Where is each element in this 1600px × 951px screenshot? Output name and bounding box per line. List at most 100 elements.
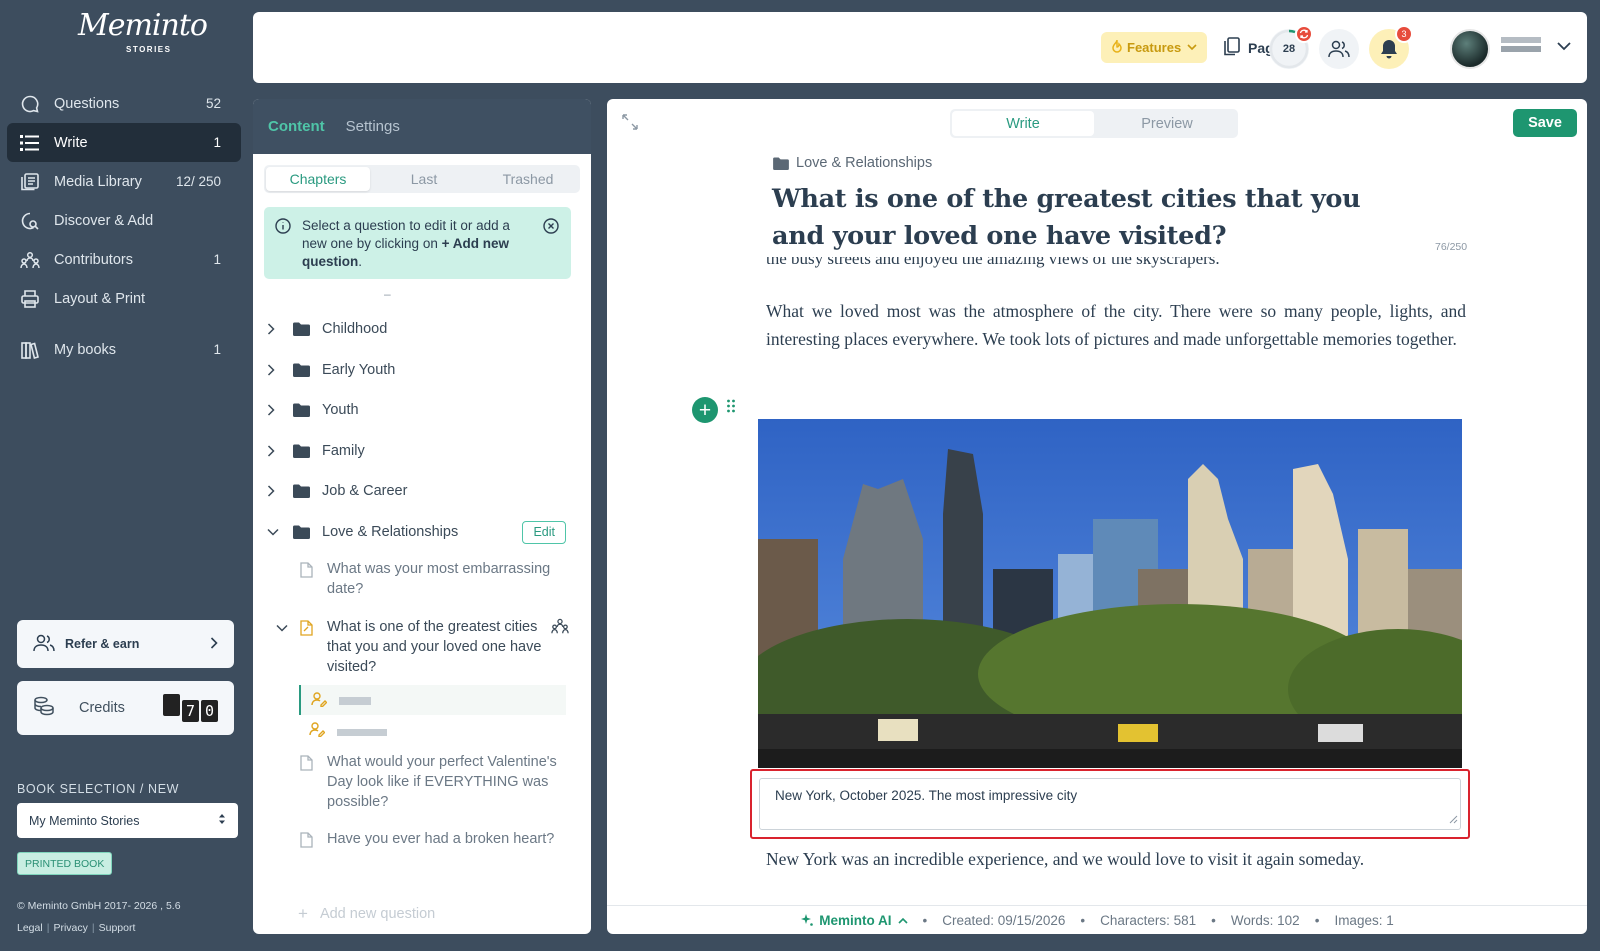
chapter-family[interactable]: Family bbox=[253, 431, 591, 472]
write-list-icon bbox=[19, 132, 41, 154]
folder-icon bbox=[293, 403, 310, 418]
drag-handle-icon[interactable] bbox=[726, 399, 736, 418]
tab-trashed[interactable]: Trashed bbox=[476, 165, 580, 193]
collaborators-button[interactable] bbox=[1319, 29, 1359, 69]
contributors-icon[interactable] bbox=[551, 617, 569, 641]
nav-item-contributors[interactable]: Contributors 1 bbox=[7, 240, 241, 279]
save-button[interactable]: Save bbox=[1513, 109, 1577, 137]
chat-icon bbox=[19, 93, 41, 115]
chevron-down-icon[interactable] bbox=[276, 618, 288, 638]
document-edit-icon bbox=[300, 620, 313, 642]
nav-item-layout-print[interactable]: Layout & Print bbox=[7, 279, 241, 318]
features-label: Features bbox=[1127, 40, 1182, 55]
text-line: the busy streets and enjoyed the amazing… bbox=[766, 257, 1220, 268]
chapter-love-relationships[interactable]: Love & Relationships Edit bbox=[253, 512, 591, 553]
top-bar: Features Pages 28 3 bbox=[253, 12, 1587, 83]
text-block-scrolled[interactable]: the busy streets and enjoyed the amazing… bbox=[766, 257, 1466, 269]
book-select[interactable]: My Meminto Stories bbox=[17, 803, 238, 838]
question-label: What was your most embarrassing date? bbox=[327, 561, 551, 597]
chevron-right-icon[interactable] bbox=[267, 323, 279, 335]
nav-label: Discover & Add bbox=[54, 212, 154, 229]
write-preview-toggle: Write Preview bbox=[950, 109, 1238, 138]
logo-text: Meminto bbox=[78, 8, 208, 43]
chevron-right-icon[interactable] bbox=[267, 485, 279, 497]
privacy-link[interactable]: Privacy bbox=[53, 922, 87, 934]
breadcrumb-chapter[interactable]: Love & Relationships bbox=[796, 155, 932, 171]
chapter-childhood[interactable]: Childhood bbox=[253, 309, 591, 350]
text-block[interactable]: New York was an incredible experience, a… bbox=[766, 845, 1466, 873]
text-block[interactable]: What we loved most was the atmosphere of… bbox=[766, 297, 1466, 353]
meminto-logo[interactable]: Meminto STORIES bbox=[78, 8, 208, 58]
caption-text: New York, October 2025. The most impress… bbox=[775, 788, 1078, 803]
meminto-ai-button[interactable]: Meminto AI bbox=[800, 912, 908, 928]
nav-item-media-library[interactable]: Media Library 12/ 250 bbox=[7, 162, 241, 201]
support-link[interactable]: Support bbox=[99, 922, 136, 934]
legal-links: Legal | Privacy | Support bbox=[17, 922, 136, 934]
printed-book-badge[interactable]: PRINTED BOOK bbox=[17, 852, 113, 875]
question-item[interactable]: What was your most embarrassing date? bbox=[253, 559, 591, 607]
chapter-early-youth[interactable]: Early Youth bbox=[253, 350, 591, 391]
nav-item-discover-add[interactable]: Discover & Add bbox=[7, 201, 241, 240]
features-dropdown[interactable]: Features bbox=[1101, 32, 1208, 63]
tab-settings[interactable]: Settings bbox=[346, 118, 400, 135]
chapter-job-career[interactable]: Job & Career bbox=[253, 471, 591, 512]
title-char-counter: 76/250 bbox=[1435, 241, 1468, 253]
edit-chapter-button[interactable]: Edit bbox=[522, 520, 566, 544]
chevron-down-icon[interactable] bbox=[267, 528, 279, 536]
tab-content[interactable]: Content bbox=[268, 118, 325, 135]
add-question-button[interactable]: + Add new question bbox=[298, 904, 435, 924]
tab-chapters[interactable]: Chapters bbox=[266, 167, 370, 191]
ai-label: Meminto AI bbox=[819, 912, 892, 928]
answer-author-blurred bbox=[337, 729, 387, 736]
nav-item-my-books[interactable]: My books 1 bbox=[7, 330, 241, 369]
nav-item-questions[interactable]: Questions 52 bbox=[7, 84, 241, 123]
question-item[interactable]: What would your perfect Valentine's Day … bbox=[253, 752, 591, 816]
answer-item[interactable] bbox=[299, 715, 566, 745]
chevron-right-icon[interactable] bbox=[267, 445, 279, 457]
folder-icon bbox=[773, 156, 789, 170]
resize-handle-icon[interactable] bbox=[1448, 812, 1458, 827]
add-block-button[interactable]: + bbox=[692, 397, 718, 423]
expand-icon[interactable] bbox=[621, 113, 639, 136]
city-photo bbox=[758, 419, 1462, 768]
tab-write[interactable]: Write bbox=[952, 111, 1094, 136]
nav-label: Questions bbox=[54, 95, 120, 112]
tab-last[interactable]: Last bbox=[372, 165, 476, 193]
question-item-active[interactable]: What is one of the greatest cities that … bbox=[253, 617, 591, 677]
story-image[interactable] bbox=[758, 419, 1462, 768]
answer-item-active[interactable] bbox=[299, 685, 566, 715]
refer-earn-button[interactable]: Refer & earn bbox=[17, 620, 234, 668]
question-label: Have you ever had a broken heart? bbox=[327, 831, 555, 847]
credits-box[interactable]: Credits 70 bbox=[17, 681, 234, 735]
chapter-label: Childhood bbox=[322, 321, 388, 338]
word-count: Words: 102 bbox=[1230, 912, 1300, 928]
question-title[interactable]: What is one of the greatest cities that … bbox=[772, 181, 1412, 255]
nav-count: 1 bbox=[213, 342, 221, 357]
chevron-down-icon[interactable] bbox=[1557, 38, 1571, 56]
coins-icon bbox=[33, 696, 55, 720]
image-count: Images: 1 bbox=[1334, 912, 1394, 928]
image-caption-input[interactable]: New York, October 2025. The most impress… bbox=[759, 778, 1461, 830]
chapter-label: Family bbox=[322, 442, 365, 459]
avatar[interactable] bbox=[1450, 29, 1490, 69]
tab-preview[interactable]: Preview bbox=[1096, 109, 1238, 138]
legal-link[interactable]: Legal bbox=[17, 922, 43, 934]
page-count-indicator[interactable]: 28 bbox=[1269, 25, 1313, 69]
user-name-blurred[interactable] bbox=[1501, 37, 1541, 55]
answer-author-blurred bbox=[339, 697, 371, 705]
created-date: Created: 09/15/2026 bbox=[942, 912, 1066, 928]
sidebar: Meminto STORIES Questions 52 Write 1 Med… bbox=[0, 0, 248, 951]
nav-count: 12/ 250 bbox=[175, 174, 221, 189]
chapter-tree: Childhood Early Youth Youth Family Job &… bbox=[253, 309, 591, 923]
chevron-right-icon[interactable] bbox=[267, 404, 279, 416]
chapter-youth[interactable]: Youth bbox=[253, 390, 591, 431]
flame-icon bbox=[1111, 39, 1123, 56]
credits-digit: 0 bbox=[201, 700, 218, 722]
chevron-right-icon[interactable] bbox=[267, 364, 279, 376]
notifications-button[interactable]: 3 bbox=[1369, 25, 1413, 69]
breadcrumb: Love & Relationships bbox=[773, 155, 932, 171]
nav-item-write[interactable]: Write 1 bbox=[7, 123, 241, 162]
close-icon[interactable] bbox=[543, 218, 559, 239]
question-item[interactable]: Have you ever had a broken heart? bbox=[253, 829, 591, 871]
folder-icon bbox=[293, 322, 310, 337]
